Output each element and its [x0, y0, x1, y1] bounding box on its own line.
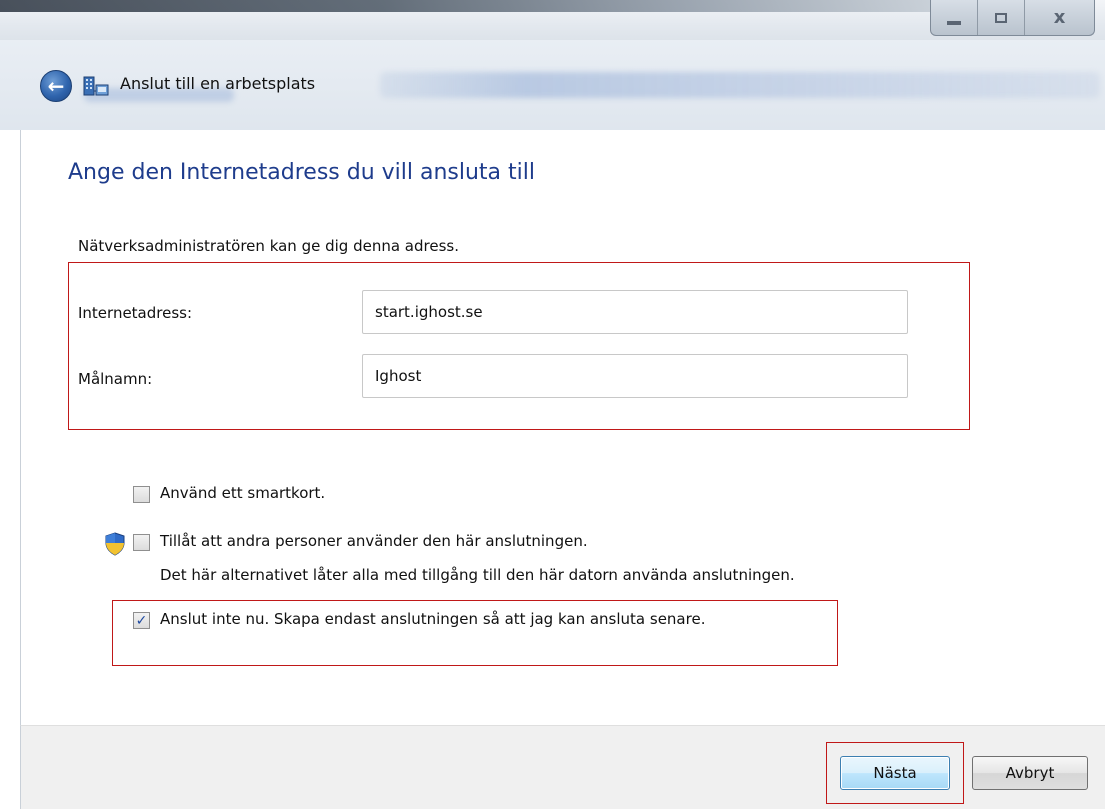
connect-later-checkbox[interactable]: ✓ [133, 612, 150, 629]
allow-others-description: Det här alternativet låter alla med till… [160, 566, 795, 584]
back-button[interactable]: ← [40, 70, 72, 102]
checkmark-icon: ✓ [135, 612, 148, 629]
title-bar-glass [0, 0, 960, 12]
highlight-box-fields [68, 262, 970, 430]
internet-address-input[interactable] [362, 290, 908, 334]
page-heading: Ange den Internetadress du vill ansluta … [68, 160, 535, 185]
maximize-button[interactable] [978, 0, 1025, 35]
smartcard-label: Använd ett smartkort. [160, 484, 326, 502]
allow-others-label: Tillåt att andra personer använder den h… [160, 532, 588, 550]
smartcard-checkbox[interactable] [133, 486, 150, 503]
back-arrow-icon: ← [47, 74, 65, 98]
hint-text: Nätverksadministratören kan ge dig denna… [78, 237, 459, 255]
connect-later-label: Anslut inte nu. Skapa endast anslutninge… [160, 610, 706, 628]
close-icon: x [1053, 7, 1066, 28]
next-button[interactable]: Nästa [840, 756, 950, 790]
window-controls: x [930, 0, 1095, 36]
network-icon [83, 76, 109, 96]
internet-address-label: Internetadress: [78, 304, 193, 322]
allow-others-checkbox[interactable] [133, 534, 150, 551]
wizard-title: Anslut till en arbetsplats [120, 74, 316, 93]
close-button[interactable]: x [1025, 0, 1094, 35]
minimize-icon [947, 20, 961, 25]
uac-shield-icon [105, 532, 125, 556]
window-title-bar: x [0, 0, 1105, 40]
minimize-button[interactable] [931, 0, 978, 35]
destination-name-label: Målnamn: [78, 370, 153, 388]
cancel-button[interactable]: Avbryt [972, 756, 1088, 790]
blurred-background-text-wide [380, 72, 1100, 98]
destination-name-input[interactable] [362, 354, 908, 398]
maximize-icon [995, 12, 1007, 23]
